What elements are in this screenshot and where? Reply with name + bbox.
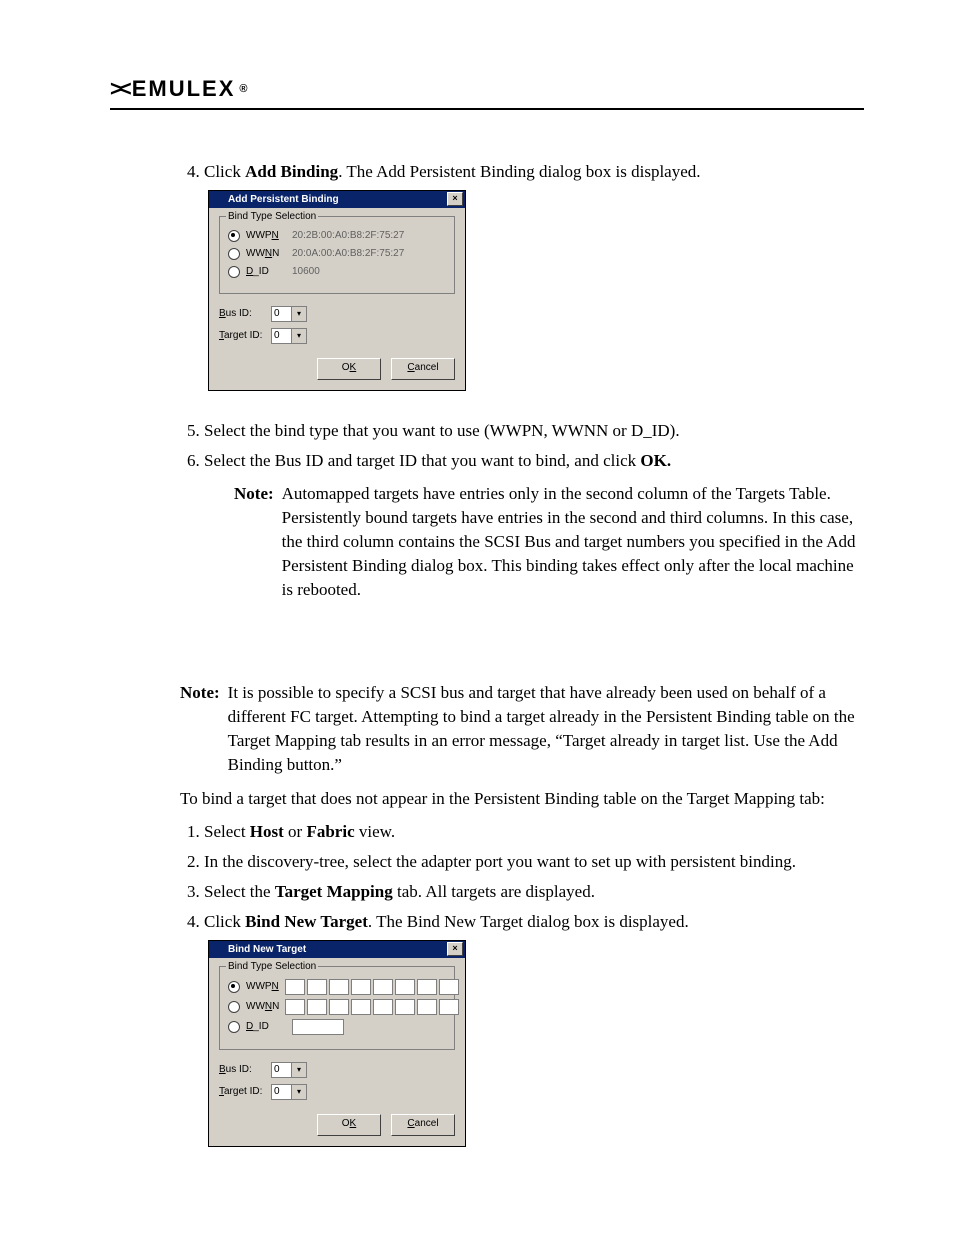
wwpn-input-segments[interactable] [285,979,459,995]
bus-id-field: Bus ID: ▾ [219,306,455,322]
dialog-title: Add Persistent Binding [228,194,339,205]
wwnn-value: 20:0A:00:A0:B8:2F:75:27 [292,247,404,261]
bus-id-combo[interactable]: ▾ [271,1062,307,1078]
radio-wwpn[interactable]: WWPN 20:2B:00:A0:B8:2F:75:27 [228,229,446,243]
ok-button[interactable]: OK [317,1114,381,1136]
bind-new-target-dialog: Bind New Target × Bind Type Selection WW… [208,940,466,1147]
emulex-logo: >< EMULEX® [110,76,864,102]
dialog-titlebar: Bind New Target × [209,941,465,958]
chevron-down-icon[interactable]: ▾ [291,1084,307,1100]
step2-3: Select the Target Mapping tab. All targe… [204,880,864,904]
dialog-icon [213,192,225,202]
target-id-field: Target ID: ▾ [219,328,455,344]
logo-text: EMULEX [132,76,236,102]
steps-list-1: Click Add Binding. The Add Persistent Bi… [180,160,864,601]
target-id-input[interactable] [271,1084,291,1100]
bind-type-selection-group: Bind Type Selection WWPN [219,966,455,1050]
dialog-icon [213,942,225,952]
bind-intro-paragraph: To bind a target that does not appear in… [180,787,864,811]
bus-id-field: Bus ID: ▾ [219,1062,455,1078]
radio-icon [228,981,240,993]
did-value: 10600 [292,265,320,279]
close-icon[interactable]: × [447,192,463,206]
radio-wwnn[interactable]: WWNN 20:0A:00:A0:B8:2F:75:27 [228,247,446,261]
step-4: Click Add Binding. The Add Persistent Bi… [204,160,864,391]
radio-icon [228,266,240,278]
logo-glyph: >< [110,76,128,102]
target-id-combo[interactable]: ▾ [271,1084,307,1100]
target-id-combo[interactable]: ▾ [271,328,307,344]
step2-1: Select Host or Fabric view. [204,820,864,844]
close-icon[interactable]: × [447,942,463,956]
chevron-down-icon[interactable]: ▾ [291,306,307,322]
target-id-field: Target ID: ▾ [219,1084,455,1100]
registered-mark: ® [239,83,249,95]
dialog-titlebar: Add Persistent Binding × [209,191,465,208]
did-input[interactable] [292,1019,344,1035]
radio-icon [228,1001,240,1013]
wwpn-value: 20:2B:00:A0:B8:2F:75:27 [292,229,404,243]
note-1: Note: Automapped targets have entries on… [234,482,864,601]
radio-did[interactable]: D_ID [228,1019,446,1035]
wwnn-input-segments[interactable] [285,999,459,1015]
note-2: Note: It is possible to specify a SCSI b… [180,681,864,776]
bind-type-selection-group: Bind Type Selection WWPN 20:2B:00:A0:B8:… [219,216,455,294]
radio-icon [228,248,240,260]
step2-4: Click Bind New Target. The Bind New Targ… [204,910,864,1147]
bus-id-combo[interactable]: ▾ [271,306,307,322]
chevron-down-icon[interactable]: ▾ [291,328,307,344]
steps-list-2: Select Host or Fabric view. In the disco… [180,820,864,1146]
cancel-button[interactable]: Cancel [391,1114,455,1136]
cancel-button[interactable]: Cancel [391,358,455,380]
radio-wwpn[interactable]: WWPN [228,979,446,995]
step2-2: In the discovery-tree, select the adapte… [204,850,864,874]
radio-did[interactable]: D_ID 10600 [228,265,446,279]
step-5: Select the bind type that you want to us… [204,419,864,443]
radio-icon [228,1021,240,1033]
ok-button[interactable]: OK [317,358,381,380]
target-id-input[interactable] [271,328,291,344]
add-persistent-binding-dialog: Add Persistent Binding × Bind Type Selec… [208,190,466,391]
radio-wwnn[interactable]: WWNN [228,999,446,1015]
group-title: Bind Type Selection [226,960,318,974]
radio-icon [228,230,240,242]
bus-id-input[interactable] [271,1062,291,1078]
chevron-down-icon[interactable]: ▾ [291,1062,307,1078]
page-header: >< EMULEX® [110,76,864,110]
step-6: Select the Bus ID and target ID that you… [204,449,864,602]
dialog-title: Bind New Target [228,944,306,955]
group-title: Bind Type Selection [226,210,318,224]
bus-id-input[interactable] [271,306,291,322]
